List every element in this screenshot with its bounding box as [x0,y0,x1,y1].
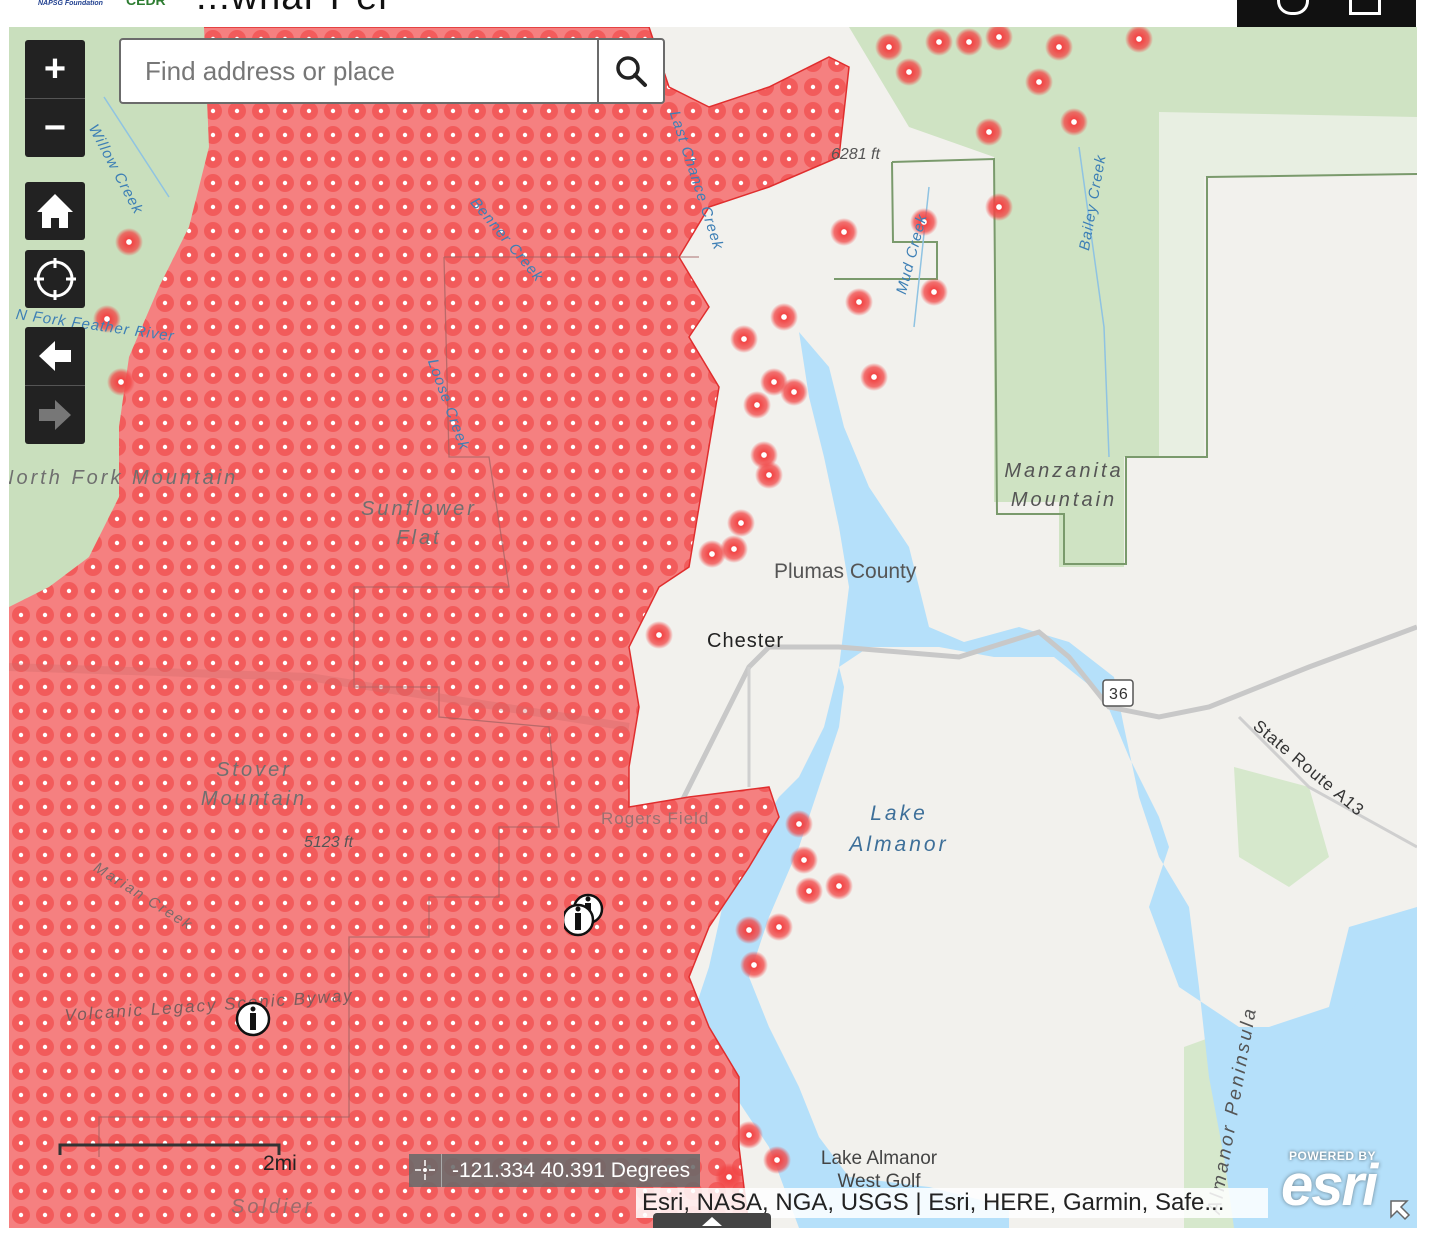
info-icon[interactable] [1277,0,1309,15]
label-sunflower-flat: Sunflower Flat [361,498,477,549]
scale-bar: 2mi [57,1139,297,1175]
resize-arrow-icon[interactable] [1387,1197,1413,1223]
label-lake-almanor: Lake Almanor [849,802,949,856]
label-chester: Chester [707,630,785,652]
label-stover-mountain: Stover Mountain [200,759,308,810]
extent-nav-controls [25,327,85,444]
attribution-toggle[interactable] [653,1213,771,1228]
next-extent-button[interactable] [25,385,85,444]
previous-extent-button[interactable] [25,327,85,385]
label-manzanita-mountain: Manzanita Mountain [1004,460,1124,511]
label-plumas-county: Plumas County [774,560,917,583]
scale-line [58,1143,281,1155]
scale-label: 2mi [263,1152,297,1175]
crosshair-icon [409,1154,442,1187]
arrow-left-icon [39,341,71,371]
app-header: NAPSG Foundation CEDR ...wnaPPer [0,0,1436,27]
search-input[interactable] [121,40,599,102]
info-marker-icon[interactable] [235,1001,271,1037]
label-elevation-5123: 5123 ft [304,834,353,851]
map-view[interactable]: Willow Creek Benner Creek Last Chance Cr… [9,27,1417,1228]
zoom-out-button[interactable]: − [25,98,85,157]
home-button[interactable] [25,182,85,240]
label-rogers-field: Rogers Field [601,809,710,828]
label-elevation-6281: 6281 ft [831,146,880,163]
search-icon [616,56,647,87]
search-widget [119,38,665,104]
home-icon [37,194,73,228]
chevron-up-icon [702,1217,722,1226]
share-icon[interactable] [1349,0,1381,15]
crosshair-icon [34,258,76,300]
label-soldier: Soldier [231,1196,315,1218]
zoom-in-button[interactable]: + [25,40,85,98]
cedr-logo: CEDR [126,0,166,8]
header-toolbar [1237,0,1416,27]
coordinate-text: -121.334 40.391 Degrees [452,1158,691,1182]
label-lake-almanor-golf: Lake Almanor West Golf [820,1148,938,1192]
zoom-controls: + − [25,40,85,157]
app-title: ...wnaPPer [196,0,392,19]
label-route-36: 36 [1109,686,1129,703]
coordinate-readout[interactable]: -121.334 40.391 Degrees [409,1154,701,1187]
esri-wordmark: esri [1281,1153,1378,1218]
napsg-logo: NAPSG Foundation [38,0,103,7]
label-north-fork-mountain: North Fork Mountain [9,467,239,489]
search-button[interactable] [597,40,663,102]
locate-button[interactable] [25,250,85,308]
info-marker-icon[interactable] [564,892,614,940]
arrow-right-icon [39,400,71,430]
